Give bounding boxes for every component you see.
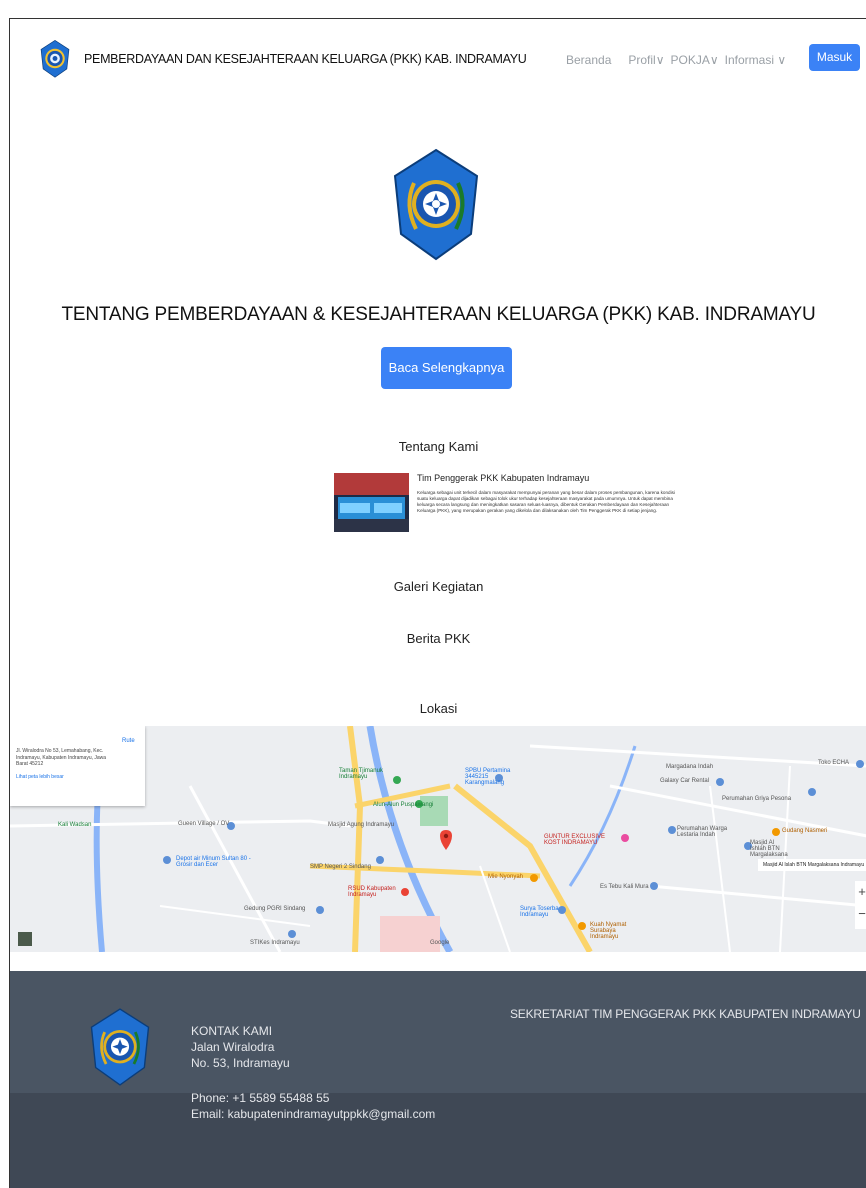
map-directions-link[interactable]: Rute — [122, 738, 135, 745]
page-frame: PEMBERDAYAAN DAN KESEJAHTERAAN KELUARGA … — [9, 18, 866, 1188]
footer-contact: KONTAK KAMI Jalan Wiralodra No. 53, Indr… — [191, 1023, 290, 1071]
contact-address-line2: No. 53, Indramayu — [191, 1056, 290, 1070]
map-label-perumahan[interactable]: Perumahan Griya Pesona — [722, 796, 791, 802]
map-label-perumahan-warga[interactable]: Perumahan Warga Lestaria Indah — [677, 826, 747, 838]
location-heading: Lokasi — [419, 701, 458, 716]
contact-phone[interactable]: Phone: +1 5589 55488 55 — [191, 1090, 435, 1106]
map-label-kali[interactable]: Kali Wadsan — [58, 822, 91, 828]
map-label-kuah[interactable]: Kuah Nyamat Surabaya Indramayu — [590, 922, 644, 940]
map-label-mie[interactable]: Mie Nyonyah — [488, 874, 523, 880]
map-label-gudang[interactable]: Gudang Nasmeri — [782, 828, 827, 834]
location-map[interactable]: Jl. Wiralodra No 53, Lemahabang, Kec. In… — [10, 726, 866, 952]
map-label-alun[interactable]: Alun-Alun Puspawangi — [373, 802, 433, 808]
map-larger-link[interactable]: Lihat peta lebih besar — [16, 774, 139, 781]
footer-secretariat: SEKRETARIAT TIM PENGGERAK PKK KABUPATEN … — [510, 1007, 861, 1021]
nav-informasi[interactable]: Informasi ∨ — [725, 53, 786, 67]
navbar: PEMBERDAYAAN DAN KESEJAHTERAAN KELUARGA … — [10, 19, 866, 101]
map-label-rsud[interactable]: RSUD Kabupaten Indramayu — [348, 886, 398, 898]
footer-phone-email: Phone: +1 5589 55488 55 Email: kabupaten… — [191, 1090, 435, 1122]
nav-menu: Beranda Profil∨ POKJA∨ Informasi ∨ — [566, 53, 786, 67]
news-heading: Berita PKK — [406, 631, 471, 646]
map-label-spbu[interactable]: SPBU Pertamina 3445215 Karangmalang — [465, 768, 525, 786]
brand-title[interactable]: PEMBERDAYAAN DAN KESEJAHTERAAN KELUARGA … — [84, 52, 527, 66]
nav-beranda[interactable]: Beranda — [566, 53, 611, 67]
map-label-margadana[interactable]: Margadana Indah — [666, 764, 713, 770]
about-heading: Tentang Kami — [398, 439, 479, 454]
footer-bottom-bar — [10, 1093, 866, 1188]
map-label-smp[interactable]: SMP Negeri 2 Sindang — [310, 864, 371, 870]
map-label-depot[interactable]: Depot air Minum Sultan 80 - Grosir dan E… — [176, 856, 256, 868]
read-more-button[interactable]: Baca Selengkapnya — [381, 347, 512, 389]
hero-title: TENTANG PEMBERDAYAAN & KESEJAHTERAAN KEL… — [61, 304, 816, 325]
zoom-in-button[interactable]: + — [855, 881, 866, 903]
pkk-logo-icon[interactable] — [38, 39, 72, 79]
nav-pokja[interactable]: POKJA∨ — [671, 53, 719, 67]
map-info-card: Jl. Wiralodra No 53, Lemahabang, Kec. In… — [10, 726, 145, 806]
gallery-heading: Galeri Kegiatan — [393, 579, 484, 594]
contact-address-line1: Jalan Wiralodra — [191, 1040, 275, 1054]
footer-pkk-logo-icon — [90, 1008, 150, 1086]
zoom-out-button[interactable]: − — [855, 903, 866, 925]
about-photo — [334, 473, 409, 532]
about-title: Tim Penggerak PKK Kabupaten Indramayu — [417, 473, 590, 483]
pkk-emblem-icon — [393, 148, 479, 261]
contact-title: KONTAK KAMI — [191, 1024, 273, 1038]
nav-profil[interactable]: Profil∨ — [628, 53, 664, 67]
map-label-guntur[interactable]: GUNTUR EXCLUSIVE KOST INDRAMAYU — [544, 834, 616, 846]
map-zoom-control: + − — [855, 881, 866, 929]
map-label-masjid-btn[interactable]: Masjid Al Ishlah BTN Margalaksana — [750, 840, 790, 858]
map-label-es[interactable]: Es Tebu Kali Mura — [600, 884, 649, 890]
about-text: Keluarga sebagai unit terkecil dalam mas… — [417, 490, 675, 513]
map-label-galaxy[interactable]: Galaxy Car Rental — [660, 778, 709, 784]
map-tooltip: Masjid Al Islah BTN Margalaksana Indrama… — [758, 859, 866, 871]
map-label-masjid-agung[interactable]: Masjid Agung Indramayu — [328, 822, 394, 828]
map-label-taman[interactable]: Taman Tjimanuk Indramayu — [339, 768, 387, 780]
map-label-toko[interactable]: Toko ECHA — [818, 760, 849, 766]
map-label-sttkes[interactable]: STIKes Indramayu — [250, 940, 300, 946]
map-label-google: Google — [430, 940, 450, 946]
footer: KONTAK KAMI Jalan Wiralodra No. 53, Indr… — [10, 971, 866, 1188]
contact-email[interactable]: Email: kabupatenindramayutppkk@gmail.com — [191, 1106, 435, 1122]
map-card-address: Jl. Wiralodra No 53, Lemahabang, Kec. In… — [16, 748, 107, 767]
map-label-surya[interactable]: Surya Toserba Indramayu — [520, 906, 570, 918]
map-label-gedung[interactable]: Gedung PGRI Sindang — [244, 906, 305, 912]
login-button[interactable]: Masuk — [809, 44, 860, 71]
map-label-gueen[interactable]: Gueen Village / OV — [178, 821, 229, 827]
